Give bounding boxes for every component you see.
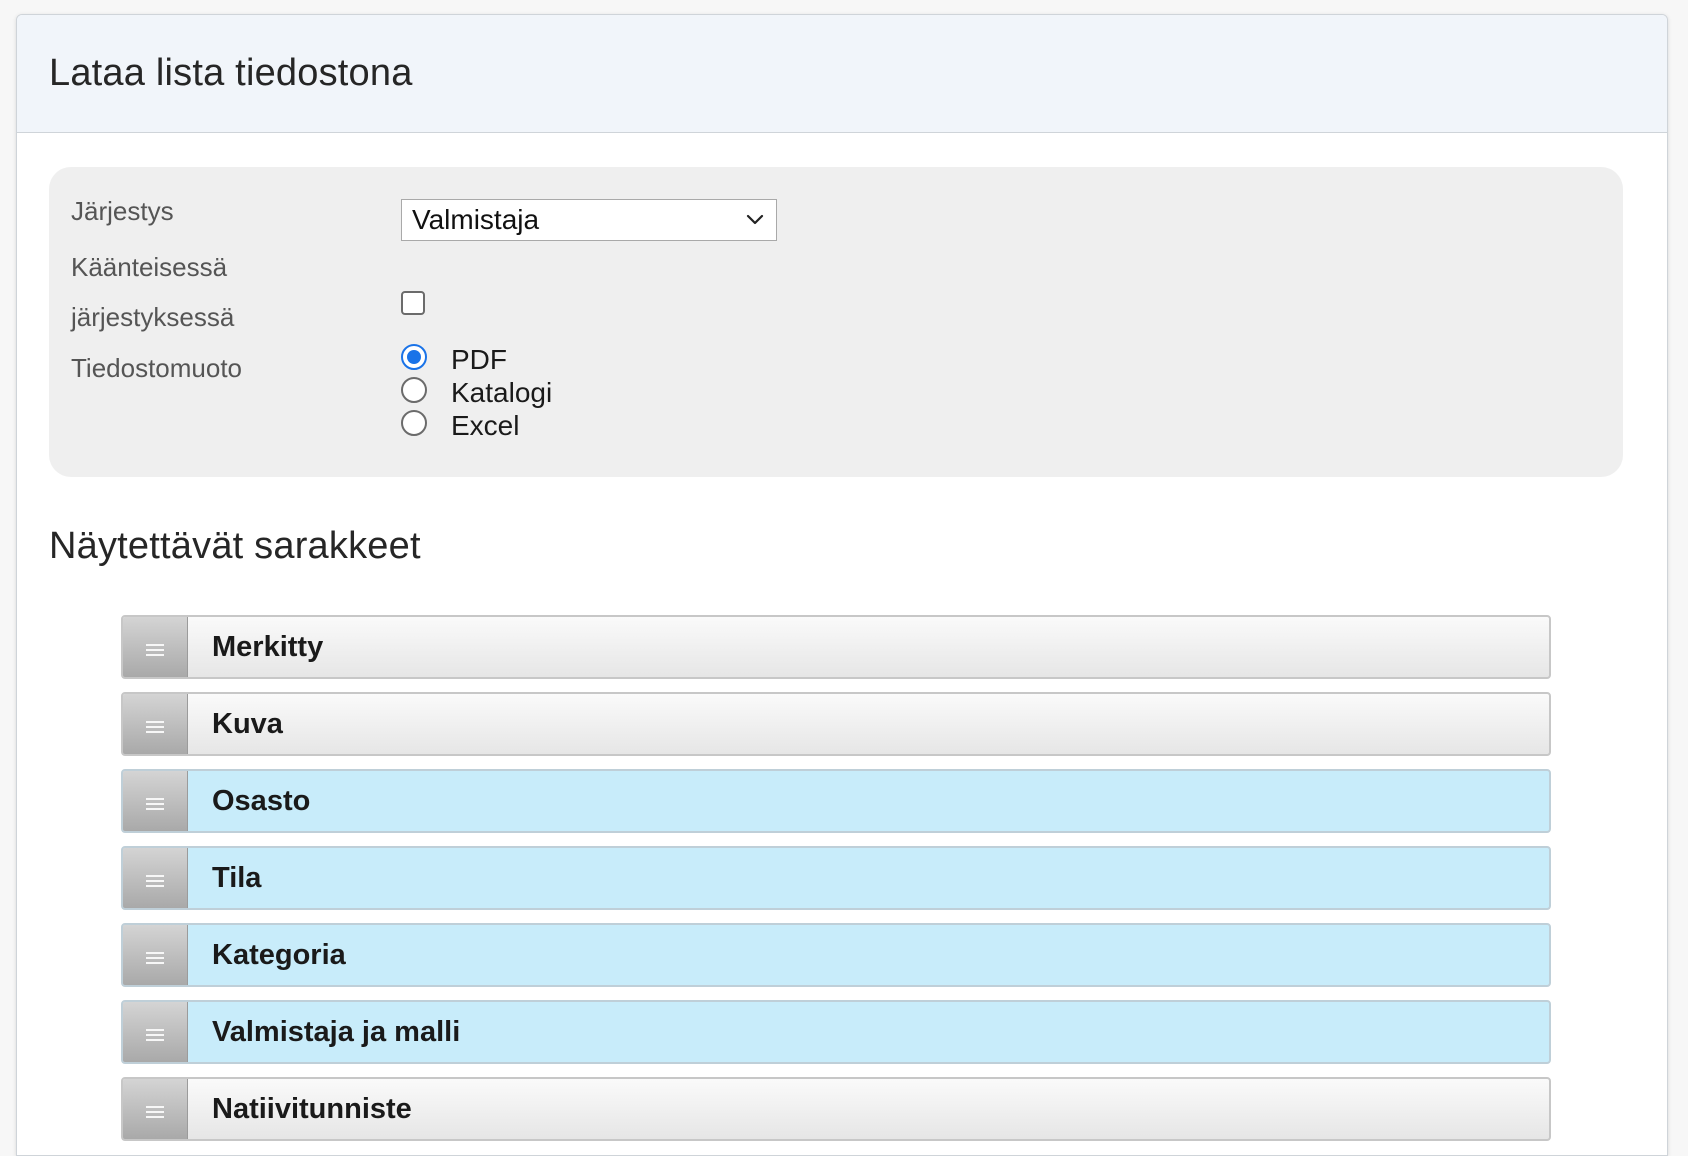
- format-option-katalogi[interactable]: Katalogi: [401, 375, 552, 410]
- panel-header: Lataa lista tiedostona: [17, 15, 1667, 133]
- column-item-osasto[interactable]: Osasto: [121, 769, 1551, 833]
- column-item-valmistaja-ja-malli[interactable]: Valmistaja ja malli: [121, 1000, 1551, 1064]
- drag-handle-icon: [146, 1029, 164, 1041]
- drag-handle[interactable]: [123, 1002, 188, 1062]
- panel-title: Lataa lista tiedostona: [49, 52, 413, 94]
- reverse-order-checkbox[interactable]: [401, 291, 425, 315]
- format-radio-excel[interactable]: [401, 409, 427, 436]
- column-label: Osasto: [212, 784, 311, 817]
- format-radio-pdf[interactable]: [401, 343, 427, 370]
- columns-list: Merkitty Kuva Osasto Tila Kategoria Valm…: [121, 615, 1551, 1154]
- column-item-merkitty[interactable]: Merkitty: [121, 615, 1551, 679]
- drag-handle-icon: [146, 644, 164, 656]
- export-panel: Lataa lista tiedostona Järjestys Valmist…: [16, 14, 1668, 1156]
- drag-handle[interactable]: [123, 694, 188, 754]
- format-label: Tiedostomuoto: [71, 353, 243, 383]
- column-item-tila[interactable]: Tila: [121, 846, 1551, 910]
- format-radio-label: Katalogi: [451, 376, 553, 408]
- column-label: Merkitty: [212, 630, 324, 663]
- format-radio-label: Excel: [451, 409, 520, 441]
- drag-handle[interactable]: [123, 925, 188, 985]
- drag-handle-icon: [146, 798, 164, 810]
- column-label: Kategoria: [212, 938, 346, 971]
- format-option-pdf[interactable]: PDF: [401, 342, 507, 377]
- sort-select-value: Valmistaja: [412, 204, 540, 235]
- drag-handle-icon: [146, 721, 164, 733]
- sort-select[interactable]: Valmistaja: [401, 199, 777, 241]
- column-label: Natiivitunniste: [212, 1092, 412, 1125]
- column-label: Valmistaja ja malli: [212, 1015, 461, 1048]
- drag-handle[interactable]: [123, 1079, 188, 1139]
- drag-handle-icon: [146, 875, 164, 887]
- column-label: Tila: [212, 861, 262, 894]
- format-radio-label: PDF: [451, 343, 507, 375]
- sort-label: Järjestys: [71, 196, 174, 226]
- column-label: Kuva: [212, 707, 283, 740]
- format-radio-katalogi[interactable]: [401, 376, 427, 403]
- options-box: Järjestys Valmistaja Käänteisessä järjes…: [49, 167, 1623, 477]
- drag-handle[interactable]: [123, 617, 188, 677]
- column-item-kategoria[interactable]: Kategoria: [121, 923, 1551, 987]
- columns-section-title: Näytettävät sarakkeet: [49, 525, 421, 567]
- chevron-down-icon: [746, 214, 764, 225]
- reverse-label-line2: järjestyksessä: [71, 302, 235, 332]
- drag-handle[interactable]: [123, 771, 188, 831]
- drag-handle-icon: [146, 952, 164, 964]
- reverse-label-line1: Käänteisessä: [71, 252, 228, 282]
- column-item-kuva[interactable]: Kuva: [121, 692, 1551, 756]
- drag-handle-icon: [146, 1106, 164, 1118]
- drag-handle[interactable]: [123, 848, 188, 908]
- format-option-excel[interactable]: Excel: [401, 408, 519, 443]
- column-item-natiivitunniste[interactable]: Natiivitunniste: [121, 1077, 1551, 1141]
